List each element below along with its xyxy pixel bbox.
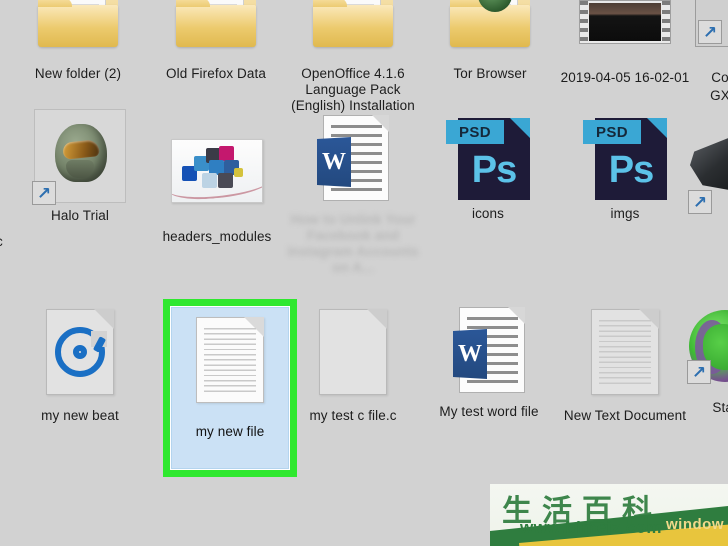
audio-file-icon — [34, 306, 126, 398]
watermark-url: www.bimeiz.com — [520, 518, 662, 537]
shortcut-arrow-icon: ↗ — [687, 360, 711, 384]
groove-music-icon — [55, 327, 107, 377]
item-label: Co — [711, 70, 728, 85]
desktop-item-halo-trial[interactable]: ↗ Halo Trial — [12, 109, 148, 224]
word-document-icon: W — [443, 304, 535, 396]
desktop-item-new-text-document[interactable]: New Text Document — [557, 306, 693, 424]
folder-icon — [170, 0, 262, 64]
desktop-item-facebook-instagram-doc[interactable]: W How to Unlink Your Facebook and Instag… — [285, 112, 421, 276]
item-label-line2: GX — [710, 88, 728, 103]
desktop-item-my-test-word-file[interactable]: W My test word file — [421, 304, 557, 420]
word-logo-mark: W — [317, 137, 351, 187]
item-label: headers_modules — [162, 229, 272, 244]
item-label: 2019-04-05 16-02-01 — [560, 70, 690, 85]
text-document-icon — [184, 314, 276, 406]
item-label: my new beat — [41, 408, 119, 423]
desktop-item-tor-browser[interactable]: Tor Browser — [422, 0, 558, 82]
dark-angular-shortcut-icon: ↗ — [688, 118, 728, 214]
desktop-item-headers-modules[interactable]: headers_modules — [149, 125, 285, 245]
folder-icon — [444, 0, 536, 64]
folder-icon — [307, 0, 399, 64]
item-label: icons — [471, 206, 504, 221]
item-label: Star — [712, 400, 728, 415]
item-label: Tor Browser — [453, 66, 527, 81]
watermark-ghost-text: window — [666, 516, 724, 533]
desktop-item-my-new-file[interactable]: my new file — [171, 307, 289, 469]
desktop-item-openoffice-langpack[interactable]: OpenOffice 4.1.6 Language Pack (English)… — [285, 0, 421, 130]
shortcut-arrow-icon: ↗ — [32, 181, 56, 205]
item-label: imgs — [610, 206, 640, 221]
desktop-item-icons-psd[interactable]: Ps PSD icons — [420, 110, 556, 222]
video-file-icon — [579, 0, 671, 68]
item-label: my new file — [195, 424, 265, 439]
folder-icon — [32, 0, 124, 64]
psd-file-icon: Ps PSD — [579, 110, 671, 202]
item-label: New folder (2) — [34, 66, 122, 81]
shortcut-arrow-icon: ↗ — [698, 20, 722, 44]
desktop-canvas: New folder (2) Old Firefox Data OpenOffi… — [0, 0, 728, 546]
desktop-item-video-2019-04-05[interactable]: 2019-04-05 16-02-01 — [557, 0, 693, 86]
item-label: My test word file — [439, 404, 539, 419]
desktop-item-star-globe-shortcut[interactable]: ↗ Star — [687, 300, 728, 416]
clipped-label-left: c — [0, 234, 3, 250]
photoshop-mark: Ps — [471, 148, 517, 191]
globe-shortcut-icon: ↗ — [687, 300, 728, 392]
psd-ribbon-label: PSD — [583, 120, 641, 144]
desktop-item-imgs-psd[interactable]: Ps PSD imgs — [557, 110, 693, 222]
word-document-icon: W — [307, 112, 399, 204]
image-thumbnail-icon — [171, 125, 263, 217]
desktop-item-new-folder-2[interactable]: New folder (2) — [10, 0, 146, 82]
blank-file-icon — [307, 306, 399, 398]
item-label: New Text Document — [563, 408, 687, 423]
item-label: Old Firefox Data — [166, 66, 266, 81]
desktop-item-old-firefox-data[interactable]: Old Firefox Data — [148, 0, 284, 82]
watermark: 生活百科 www.bimeiz.com window — [490, 484, 728, 546]
item-label: How to Unlink Your Facebook and Instagra… — [287, 212, 419, 275]
item-label: Halo Trial — [50, 208, 110, 223]
photoshop-mark: Ps — [608, 148, 654, 191]
item-label: my test c file.c — [309, 408, 397, 423]
desktop-item-my-new-beat[interactable]: my new beat — [12, 306, 148, 424]
psd-ribbon-label: PSD — [446, 120, 504, 144]
desktop-item-dark-angular-shortcut[interactable]: ↗ — [688, 118, 728, 214]
desktop-item-opera-gx-shortcut[interactable]: ↗ Co GX — [690, 0, 728, 104]
halo-game-icon: ↗ — [32, 109, 126, 205]
psd-file-icon: Ps PSD — [442, 110, 534, 202]
word-logo-mark: W — [453, 329, 487, 379]
shortcut-arrow-icon: ↗ — [688, 190, 712, 214]
shortcut-icon: ↗ — [690, 0, 728, 68]
desktop-item-my-test-c-file[interactable]: my test c file.c — [285, 306, 421, 424]
text-document-icon — [579, 306, 671, 398]
